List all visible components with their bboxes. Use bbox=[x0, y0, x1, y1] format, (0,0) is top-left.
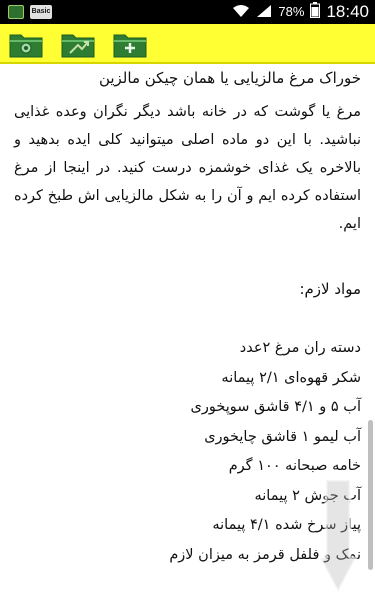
app-icon bbox=[8, 5, 24, 19]
ingredient-item: آب لیمو ۱ قاشق چایخوری bbox=[204, 428, 361, 445]
status-bar: Basic 78% 18:40 bbox=[0, 0, 375, 24]
folder-add-icon bbox=[113, 34, 147, 58]
wifi-icon bbox=[232, 3, 250, 22]
signal-icon bbox=[256, 3, 272, 22]
ingredient-item: آب ۵ و ۴/۱ قاشق سوپخوری bbox=[190, 399, 362, 415]
article-paragraph: مرغ یا گوشت که در خانه باشد دیگر نگران و… bbox=[14, 104, 361, 232]
basic-icon: Basic bbox=[30, 5, 52, 19]
scrollbar[interactable] bbox=[368, 420, 373, 570]
system-icons: 78% 18:40 bbox=[232, 0, 369, 24]
share-button[interactable] bbox=[60, 29, 96, 59]
ingredient-item: شکر قهوه‌ای ۲/۱ پیمانه bbox=[221, 369, 361, 386]
back-button[interactable] bbox=[8, 29, 44, 59]
battery-icon bbox=[310, 2, 321, 22]
ingredient-item: دسته ران مرغ ۲عدد bbox=[239, 340, 361, 356]
add-button[interactable] bbox=[112, 29, 148, 59]
folder-share-icon bbox=[61, 34, 95, 58]
toolbar bbox=[0, 24, 375, 64]
folder-back-icon bbox=[9, 34, 43, 58]
battery-percent: 78% bbox=[278, 4, 305, 19]
scroll-arrow-icon bbox=[318, 478, 358, 596]
notification-icons: Basic bbox=[8, 5, 52, 19]
article-title: خوراک مرغ مالزیایی یا همان چیکن مالزین bbox=[98, 69, 361, 87]
clock: 18:40 bbox=[326, 2, 369, 21]
ingredients-heading: مواد لازم: bbox=[299, 280, 361, 298]
